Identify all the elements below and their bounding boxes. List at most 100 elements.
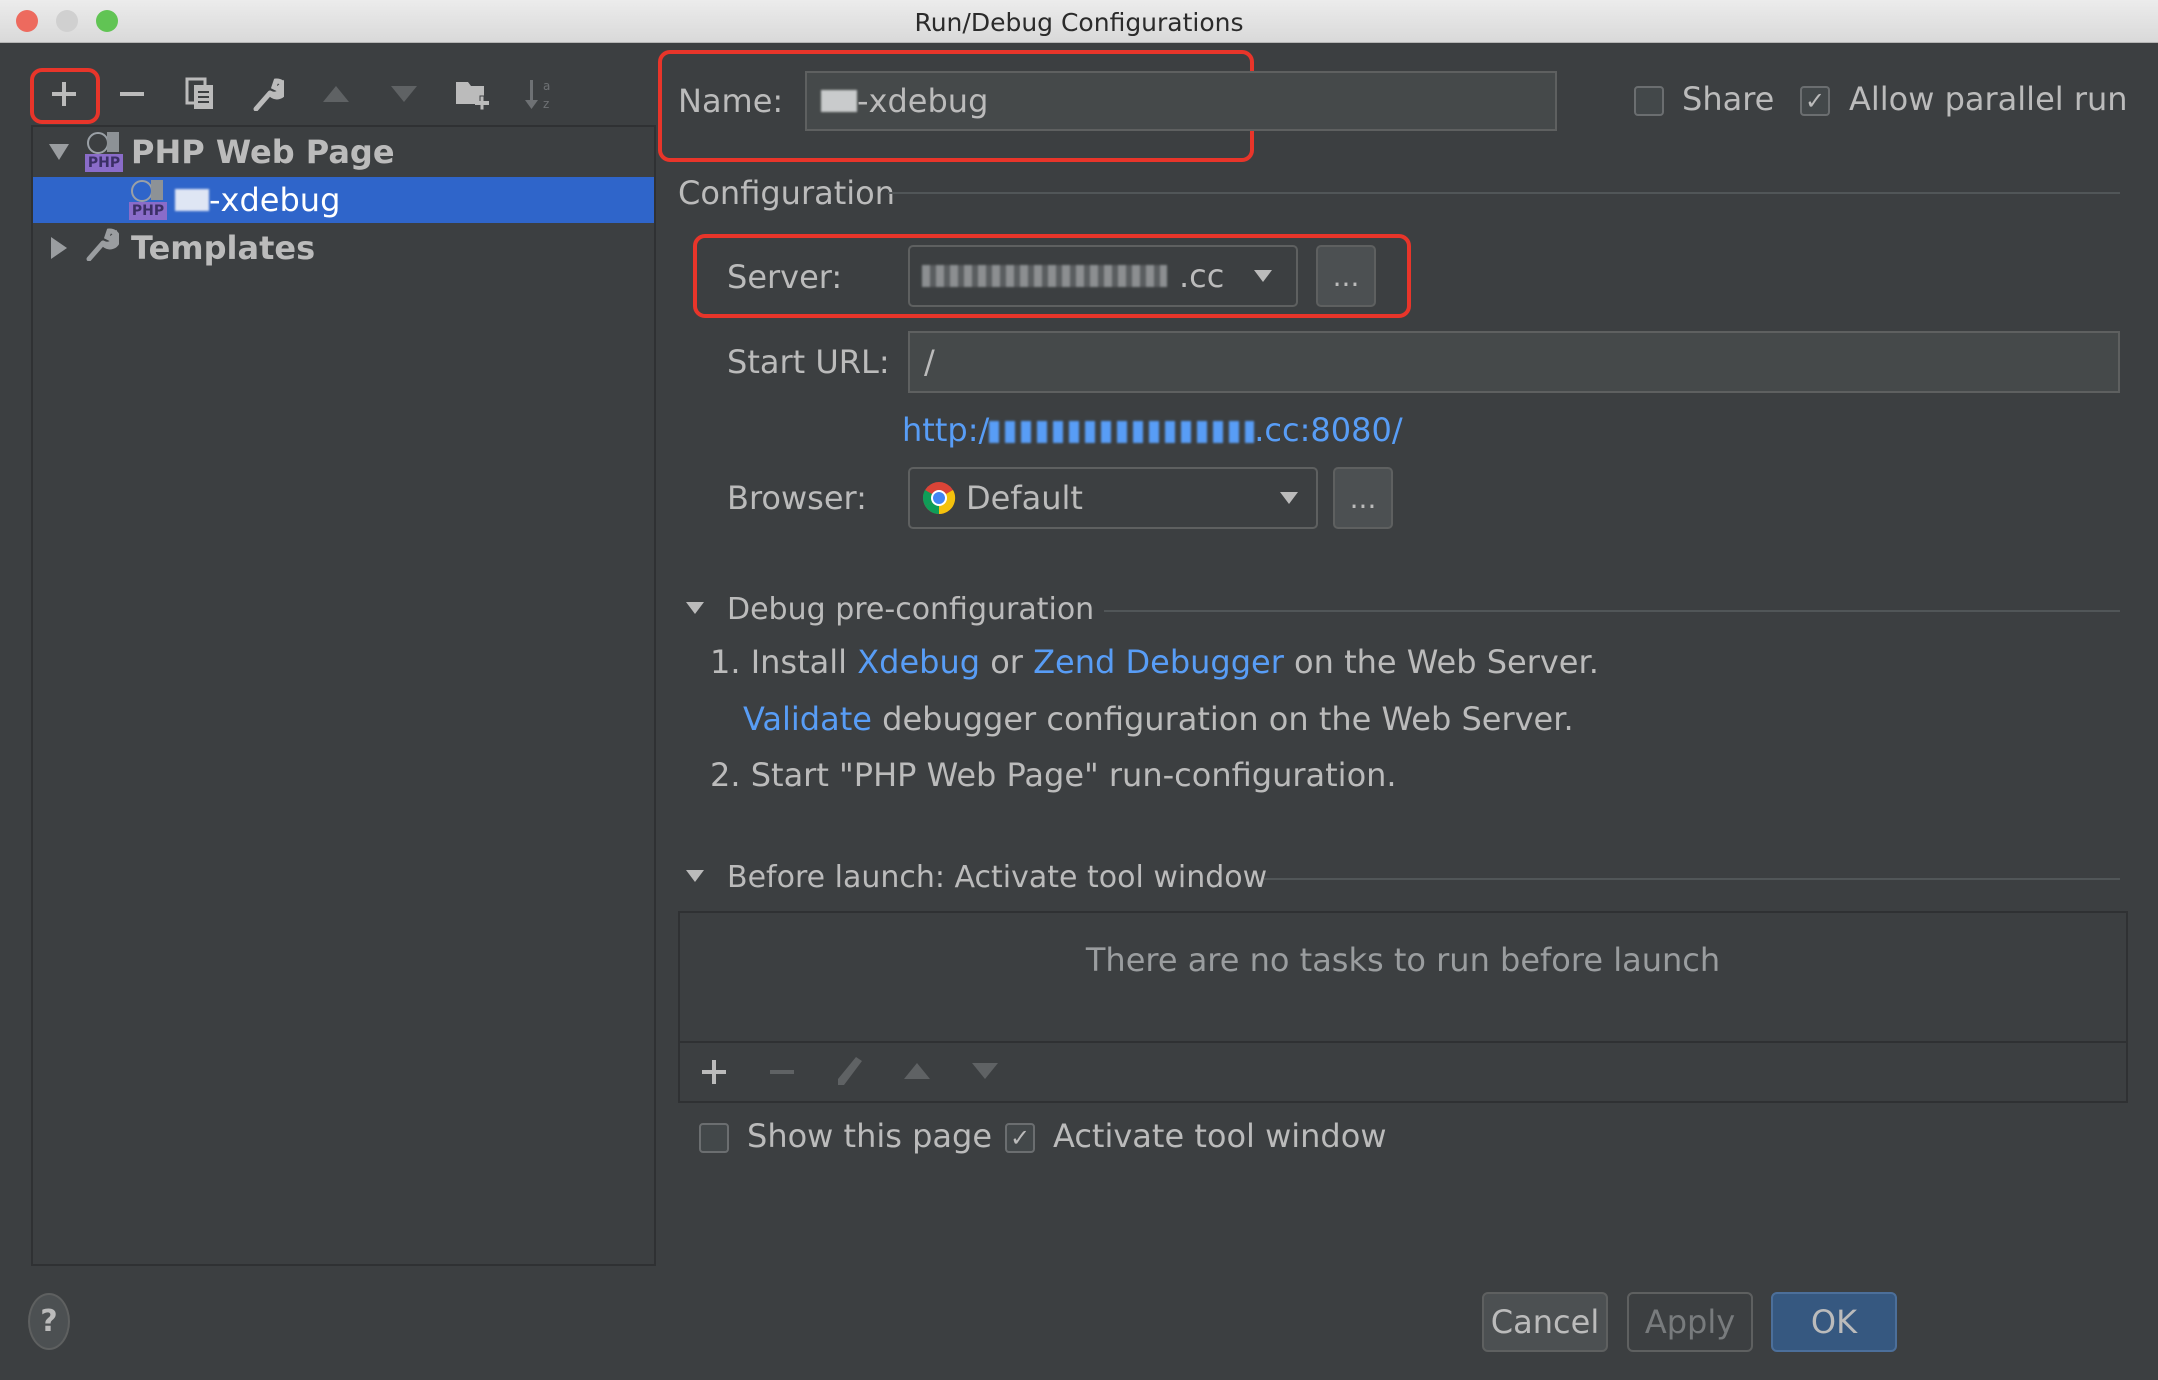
start-url-value: /: [924, 343, 935, 381]
arrow-down-icon: [391, 86, 417, 102]
separator: [888, 192, 2120, 194]
before-launch-task-list[interactable]: There are no tasks to run before launch: [678, 911, 2128, 1103]
checkmark-icon: ✓: [1804, 87, 1826, 115]
redacted-text: [989, 421, 1255, 443]
ok-button[interactable]: OK: [1771, 1292, 1897, 1352]
collapse-arrow-icon: [686, 602, 704, 614]
separator: [1104, 610, 2120, 612]
activate-tool-window-checkbox[interactable]: ✓: [1005, 1123, 1035, 1153]
svg-text:a: a: [543, 79, 550, 93]
arrow-up-icon: [904, 1063, 930, 1079]
tree-group-templates[interactable]: Templates: [33, 225, 654, 271]
redacted-text: [922, 265, 1167, 287]
before-launch-header: Before launch: Activate tool window: [727, 860, 1268, 895]
window-title: Run/Debug Configurations: [914, 8, 1244, 37]
browser-value: Default: [966, 479, 1083, 517]
browser-label: Browser:: [727, 479, 867, 517]
zend-debugger-link[interactable]: Zend Debugger: [1033, 643, 1284, 681]
show-this-page-label: Show this page: [747, 1117, 992, 1155]
configuration-tree[interactable]: PHP PHP Web Page PHP -xdebug Templates: [31, 125, 656, 1266]
apply-button[interactable]: Apply: [1627, 1292, 1753, 1352]
checkmark-icon: ✓: [1009, 1124, 1031, 1152]
debug-preconfig-toggle[interactable]: [686, 602, 704, 614]
tree-item-label: -xdebug: [209, 181, 341, 219]
name-value: -xdebug: [857, 82, 989, 120]
sort-button[interactable]: az: [516, 72, 564, 116]
browser-select[interactable]: Default: [908, 467, 1318, 529]
before-launch-toggle[interactable]: [686, 870, 704, 882]
tree-group-php-web-page[interactable]: PHP PHP Web Page: [33, 129, 654, 175]
start-url-input[interactable]: /: [908, 331, 2120, 393]
debug-preconfig-header: Debug pre-configuration: [727, 592, 1095, 627]
start-url-label: Start URL:: [727, 343, 890, 381]
move-task-up-button[interactable]: [902, 1061, 932, 1085]
minus-icon: [770, 1070, 794, 1074]
minus-icon: [120, 92, 144, 96]
php-web-page-icon: PHP: [129, 180, 169, 220]
add-configuration-button[interactable]: [40, 72, 88, 116]
text: 1. Install: [710, 643, 858, 681]
plus-icon: [52, 82, 76, 106]
collapse-arrow-icon[interactable]: [33, 236, 85, 260]
validate-link[interactable]: Validate: [743, 700, 872, 738]
expand-arrow-icon[interactable]: [33, 142, 85, 162]
move-task-down-button[interactable]: [970, 1061, 1000, 1085]
empty-tasks-text: There are no tasks to run before launch: [1085, 941, 1721, 979]
cancel-button[interactable]: Cancel: [1482, 1292, 1608, 1352]
allow-parallel-run-label: Allow parallel run: [1849, 80, 2128, 118]
move-up-button[interactable]: [312, 72, 360, 116]
url-prefix: http:/: [902, 411, 990, 449]
title-bar: Run/Debug Configurations: [0, 0, 2158, 43]
copy-configuration-button[interactable]: [176, 72, 224, 116]
separator: [1264, 878, 2120, 880]
configuration-header: Configuration: [678, 174, 896, 212]
pencil-icon: [838, 1057, 862, 1085]
show-this-page-checkbox[interactable]: [699, 1123, 729, 1153]
url-suffix: .cc:8080/: [1254, 411, 1403, 449]
copy-icon: [185, 77, 213, 109]
collapse-arrow-icon: [686, 870, 704, 882]
plus-icon: [702, 1060, 726, 1084]
arrow-up-icon: [323, 86, 349, 102]
sort-alpha-icon: az: [525, 79, 550, 111]
resolved-url-link[interactable]: http:/ .cc:8080/: [902, 411, 1403, 449]
remove-configuration-button[interactable]: [108, 72, 156, 116]
new-folder-button[interactable]: [448, 72, 496, 116]
text: debugger configuration on the Web Server…: [871, 700, 1574, 738]
name-label: Name:: [678, 82, 784, 120]
name-input[interactable]: -xdebug: [805, 71, 1557, 131]
text: or: [980, 643, 1034, 681]
wrench-icon: [85, 227, 131, 269]
edit-defaults-button[interactable]: [244, 72, 292, 116]
tree-templates-label: Templates: [131, 229, 316, 267]
chevron-down-icon: [1280, 492, 1298, 504]
chrome-icon: [922, 482, 956, 515]
tree-group-label: PHP Web Page: [131, 133, 395, 171]
xdebug-link[interactable]: Xdebug: [857, 643, 980, 681]
server-browse-button[interactable]: ...: [1316, 245, 1376, 307]
redacted-text: [175, 189, 209, 211]
separator: [680, 1041, 2126, 1043]
move-down-button[interactable]: [380, 72, 428, 116]
preconfig-step-1: 1. Install Xdebug or Zend Debugger on th…: [710, 643, 1599, 681]
server-value: .cc: [1179, 257, 1225, 295]
svg-text:z: z: [543, 97, 549, 111]
add-task-button[interactable]: [700, 1058, 728, 1090]
wrench-icon: [253, 78, 284, 111]
browser-browse-button[interactable]: ...: [1333, 467, 1393, 529]
server-select[interactable]: .cc: [908, 245, 1298, 307]
preconfig-step-2: 2. Start "PHP Web Page" run-configuratio…: [710, 756, 1397, 794]
redacted-text: [821, 90, 857, 112]
share-label: Share: [1682, 80, 1775, 118]
chevron-down-icon: [1254, 270, 1273, 282]
edit-task-button[interactable]: [834, 1053, 864, 1091]
help-button[interactable]: ?: [28, 1293, 70, 1350]
folder-add-icon: [456, 82, 489, 110]
share-checkbox[interactable]: [1634, 86, 1664, 116]
php-web-page-icon: PHP: [85, 132, 125, 172]
allow-parallel-run-checkbox[interactable]: ✓: [1800, 86, 1830, 116]
tree-item-xdebug[interactable]: PHP -xdebug: [33, 177, 654, 223]
arrow-down-icon: [972, 1063, 998, 1079]
text: on the Web Server.: [1283, 643, 1599, 681]
remove-task-button[interactable]: [768, 1058, 796, 1090]
